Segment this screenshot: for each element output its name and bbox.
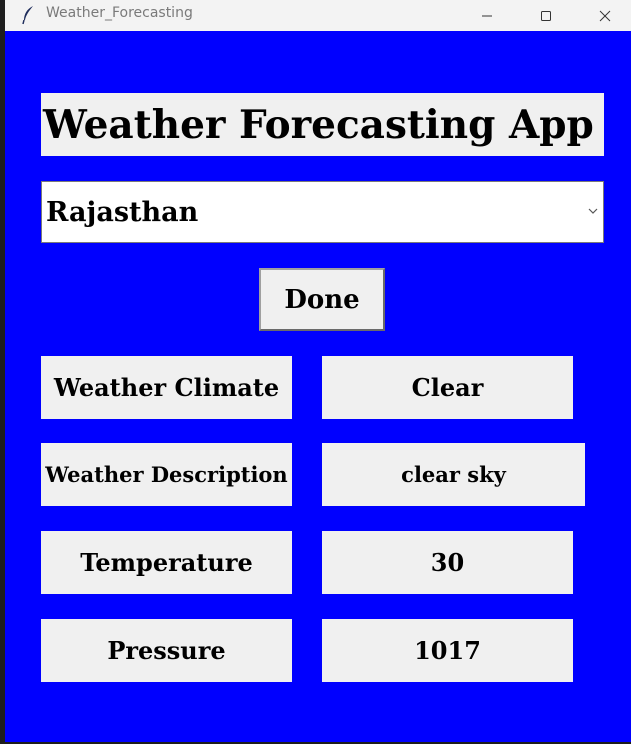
app-heading: Weather Forecasting App [41,93,604,156]
chevron-down-icon[interactable] [587,206,599,216]
client-area: Weather Forecasting App Rajasthan Done W… [10,31,631,742]
temperature-value: 30 [322,531,573,594]
close-icon [599,10,611,21]
close-button[interactable] [576,0,631,31]
maximize-button[interactable] [517,0,575,31]
weather-climate-label: Weather Climate [41,356,292,419]
location-selected-value: Rajasthan [46,196,199,228]
location-dropdown[interactable]: Rajasthan [41,181,604,243]
minimize-button[interactable] [458,0,516,31]
feather-icon [22,6,33,25]
title-bar[interactable]: Weather_Forecasting [5,0,631,31]
minimize-icon [482,15,492,16]
pressure-label: Pressure [41,619,292,682]
app-window: Weather_Forecasting Weather Forecasting … [0,0,631,744]
done-button[interactable]: Done [259,268,385,331]
window-title: Weather_Forecasting [46,5,193,21]
maximize-icon [541,10,551,21]
pressure-value: 1017 [322,619,573,682]
weather-description-label: Weather Description [41,443,292,506]
weather-climate-value: Clear [322,356,573,419]
weather-description-value: clear sky [322,443,585,506]
temperature-label: Temperature [41,531,292,594]
